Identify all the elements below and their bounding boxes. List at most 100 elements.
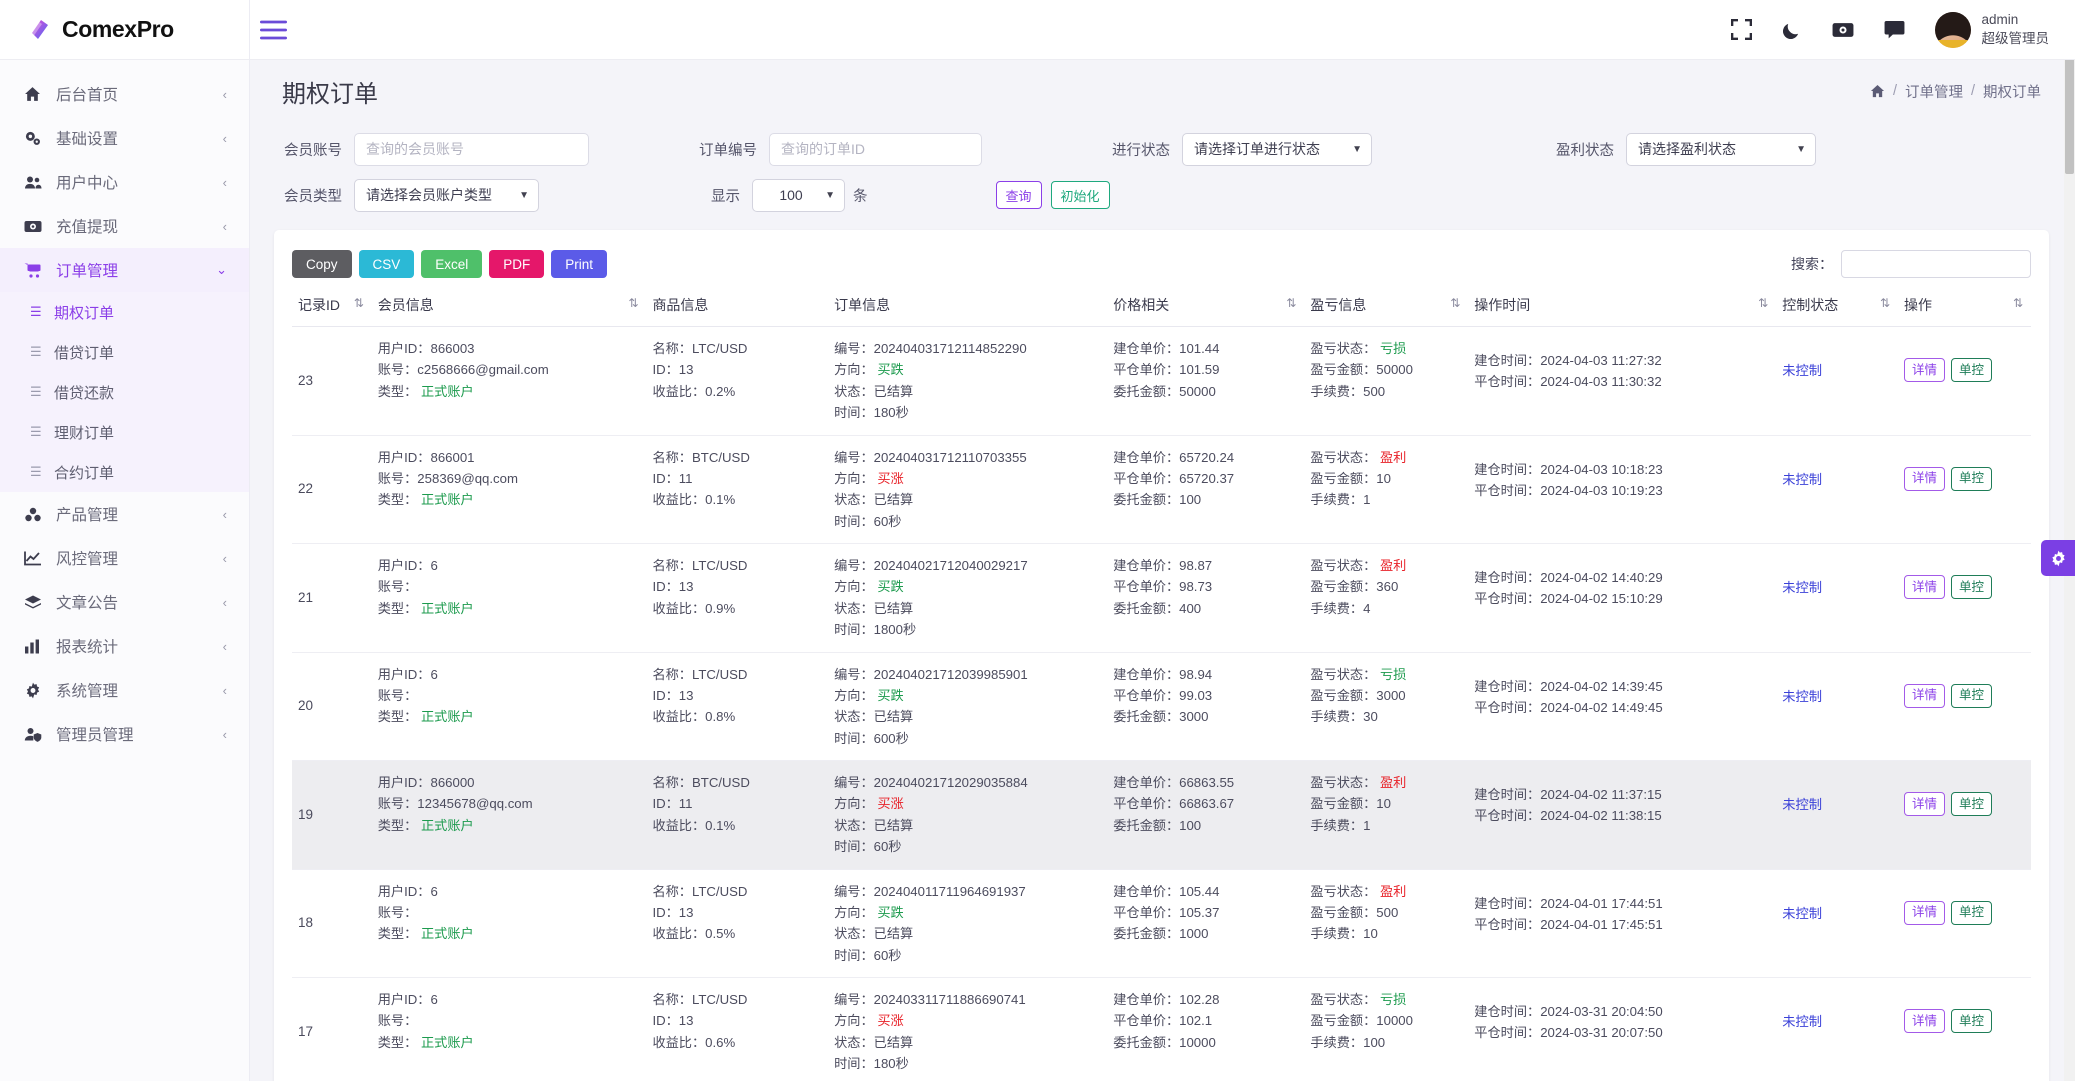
th-product-info[interactable]: 商品信息 [646, 284, 828, 327]
chat-icon[interactable] [1884, 20, 1905, 39]
init-button[interactable]: 初始化 [1051, 181, 1110, 209]
list-icon: ☰ [30, 464, 54, 480]
menu-toggle-button[interactable] [260, 19, 287, 41]
sidebar-item-admin-management[interactable]: 管理员管理 ‹ [0, 712, 249, 756]
single-control-button[interactable]: 单控 [1951, 358, 1992, 382]
fullscreen-icon[interactable] [1731, 19, 1752, 40]
table-row[interactable]: 17用户ID：6账号：类型： 正式账户名称：LTC/USDID：13收益比：0.… [292, 978, 2031, 1081]
pl-status: 盈亏状态： 盈利 [1310, 772, 1462, 793]
table-row[interactable]: 18用户ID：6账号：类型： 正式账户名称：LTC/USDID：13收益比：0.… [292, 869, 2031, 978]
detail-button[interactable]: 详情 [1904, 901, 1945, 925]
member-account-input[interactable]: 查询的会员账号 [354, 133, 589, 166]
th-member-info[interactable]: 会员信息⇅ [372, 284, 647, 327]
sidebar-item-basic-settings[interactable]: 基础设置 ‹ [0, 116, 249, 160]
member-user-id: 用户ID：6 [378, 664, 641, 685]
cell-member-info: 用户ID：866003账号：c2568666@gmail.com类型： 正式账户 [372, 327, 647, 436]
sidebar-item-contract-orders[interactable]: ☰ 合约订单 [0, 452, 249, 492]
cell-order-info: 编号：202404011711964691937方向： 买跌状态：已结算时间：6… [828, 869, 1107, 978]
progress-status-select[interactable]: 请选择订单进行状态 ▼ [1182, 133, 1372, 166]
close-time: 平仓时间：2024-03-31 20:07:50 [1474, 1022, 1770, 1043]
money-icon[interactable] [1832, 21, 1854, 39]
th-price-info[interactable]: 价格相关⇅ [1107, 284, 1304, 327]
detail-button[interactable]: 详情 [1904, 1009, 1945, 1033]
sidebar-item-system-management[interactable]: 系统管理 ‹ [0, 668, 249, 712]
single-control-button[interactable]: 单控 [1951, 467, 1992, 491]
detail-button[interactable]: 详情 [1904, 792, 1945, 816]
chevron-down-icon: ▼ [519, 190, 529, 201]
cell-record-id: 19 [292, 761, 372, 870]
single-control-button[interactable]: 单控 [1951, 792, 1992, 816]
csv-button[interactable]: CSV [359, 250, 415, 278]
order-direction: 方向： 买跌 [834, 902, 1101, 923]
excel-button[interactable]: Excel [421, 250, 482, 278]
sidebar-item-loan-repayment[interactable]: ☰ 借贷还款 [0, 372, 249, 412]
member-type-select[interactable]: 请选择会员账户类型 ▼ [354, 179, 539, 212]
th-pl-info[interactable]: 盈亏信息⇅ [1304, 284, 1468, 327]
sidebar-item-order-management[interactable]: 订单管理 ⌄ [0, 248, 249, 292]
detail-button[interactable]: 详情 [1904, 358, 1945, 382]
avatar[interactable] [1935, 12, 1971, 48]
sidebar-nav: 后台首页 ‹ 基础设置 ‹ 用户中心 ‹ [0, 60, 249, 756]
brand-logo[interactable]: ComexPro [0, 0, 249, 60]
sidebar-item-loan-orders[interactable]: ☰ 借贷订单 [0, 332, 249, 372]
single-control-button[interactable]: 单控 [1951, 684, 1992, 708]
table-row[interactable]: 21用户ID：6账号：类型： 正式账户名称：LTC/USDID：13收益比：0.… [292, 544, 2031, 653]
money-icon [24, 218, 50, 235]
breadcrumb-item-current: 期权订单 [1983, 81, 2041, 102]
sidebar-item-user-center[interactable]: 用户中心 ‹ [0, 160, 249, 204]
query-button[interactable]: 查询 [996, 181, 1042, 209]
cubes-icon [24, 506, 50, 523]
breadcrumb-item-orders[interactable]: 订单管理 [1905, 81, 1963, 102]
order-duration: 时间：180秒 [834, 402, 1101, 423]
th-order-info[interactable]: 订单信息 [828, 284, 1107, 327]
chevron-down-icon: ▼ [1352, 144, 1362, 155]
chart-bar-icon [24, 638, 50, 655]
profit-status-select[interactable]: 请选择盈利状态 ▼ [1626, 133, 1816, 166]
table-row[interactable]: 22用户ID：866001账号：258369@qq.com类型： 正式账户名称：… [292, 435, 2031, 544]
cell-product-info: 名称：LTC/USDID：13收益比：0.8% [646, 652, 828, 761]
user-info[interactable]: admin 超级管理员 [1982, 11, 2050, 47]
sidebar-subitem-label: 借贷订单 [54, 342, 114, 363]
th-operation-time[interactable]: 操作时间⇅ [1468, 284, 1776, 327]
detail-button[interactable]: 详情 [1904, 575, 1945, 599]
order-duration: 时间：180秒 [834, 1053, 1101, 1074]
cell-price-info: 建仓单价：98.87平仓单价：98.73委托金额：400 [1107, 544, 1304, 653]
th-record-id[interactable]: 记录ID⇅ [292, 284, 372, 327]
table-row[interactable]: 23用户ID：866003账号：c2568666@gmail.com类型： 正式… [292, 327, 2031, 436]
search-input[interactable] [1841, 250, 2031, 278]
detail-button[interactable]: 详情 [1904, 684, 1945, 708]
sidebar-item-report-stats[interactable]: 报表统计 ‹ [0, 624, 249, 668]
pdf-button[interactable]: PDF [489, 250, 544, 278]
th-actions[interactable]: 操作⇅ [1898, 284, 2031, 327]
order-amount: 委托金额：50000 [1113, 381, 1298, 402]
sidebar-item-product-management[interactable]: 产品管理 ‹ [0, 492, 249, 536]
copy-button[interactable]: Copy [292, 250, 352, 278]
detail-button[interactable]: 详情 [1904, 467, 1945, 491]
export-toolbar: Copy CSV Excel PDF Print 搜索： [292, 244, 2031, 284]
sidebar-item-risk-management[interactable]: 风控管理 ‹ [0, 536, 249, 580]
cell-record-id: 23 [292, 327, 372, 436]
order-amount: 委托金额：100 [1113, 815, 1298, 836]
sidebar-item-home[interactable]: 后台首页 ‹ [0, 72, 249, 116]
table-row[interactable]: 20用户ID：6账号：类型： 正式账户名称：LTC/USDID：13收益比：0.… [292, 652, 2031, 761]
page-size-select[interactable]: 100 ▼ [752, 179, 845, 212]
single-control-button[interactable]: 单控 [1951, 575, 1992, 599]
settings-gear-icon[interactable] [2041, 540, 2075, 576]
chevron-down-icon: ▼ [825, 190, 835, 201]
sidebar-submenu-orders: ☰ 期权订单 ☰ 借贷订单 ☰ 借贷还款 ☰ 理财订单 ☰ 合约订单 [0, 292, 249, 492]
sidebar-item-label: 用户中心 [56, 171, 118, 193]
filter-row-1: 会员账号 查询的会员账号 订单编号 查询的订单ID 进行状态 请选择订单进行状态… [274, 126, 2049, 172]
home-icon[interactable] [1870, 84, 1885, 99]
th-control-status[interactable]: 控制状态⇅ [1776, 284, 1898, 327]
moon-icon[interactable] [1782, 20, 1802, 40]
print-button[interactable]: Print [551, 250, 607, 278]
table-row[interactable]: 19用户ID：866000账号：12345678@qq.com类型： 正式账户名… [292, 761, 2031, 870]
sidebar-item-article-notice[interactable]: 文章公告 ‹ [0, 580, 249, 624]
order-no-input[interactable]: 查询的订单ID [769, 133, 982, 166]
single-control-button[interactable]: 单控 [1951, 1009, 1992, 1033]
single-control-button[interactable]: 单控 [1951, 901, 1992, 925]
member-type: 类型： 正式账户 [378, 381, 641, 402]
sidebar-item-option-orders[interactable]: ☰ 期权订单 [0, 292, 249, 332]
sidebar-item-recharge-withdraw[interactable]: 充值提现 ‹ [0, 204, 249, 248]
sidebar-item-wealth-orders[interactable]: ☰ 理财订单 [0, 412, 249, 452]
